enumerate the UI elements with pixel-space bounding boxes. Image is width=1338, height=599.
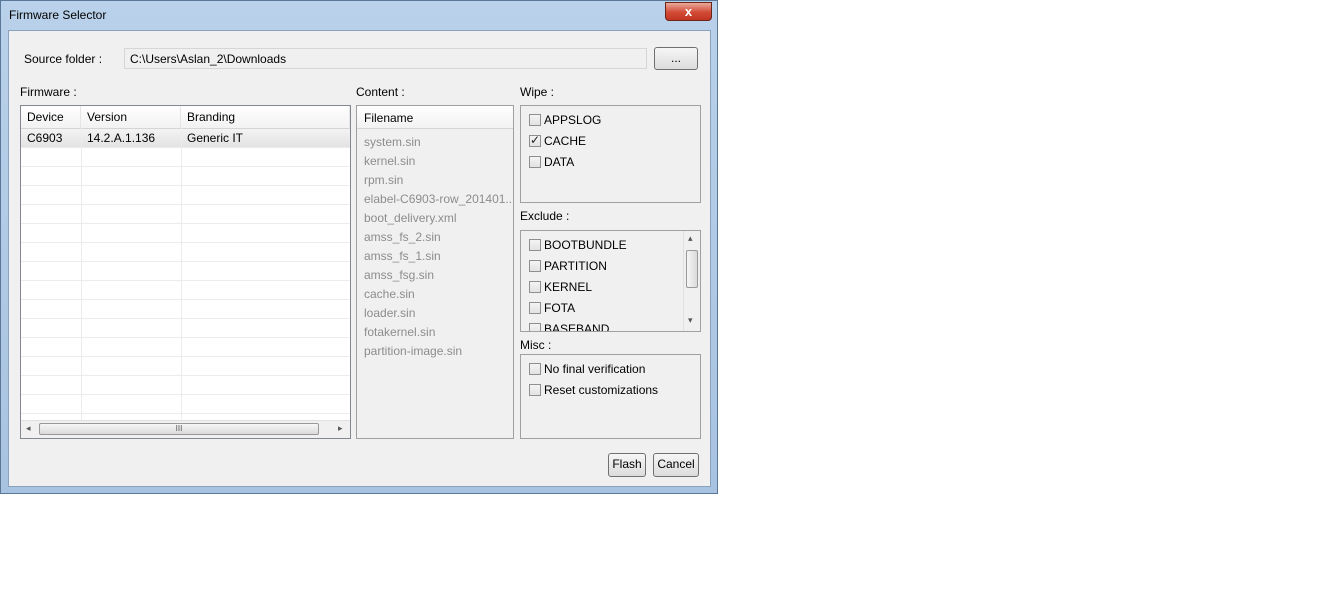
column-header-device[interactable]: Device <box>21 106 81 128</box>
option-label[interactable]: PARTITION <box>544 259 607 273</box>
option-label[interactable]: No final verification <box>544 362 645 376</box>
empty-row <box>21 205 350 224</box>
option-label[interactable]: BOOTBUNDLE <box>544 238 627 252</box>
misc-panel: No final verification Reset customizatio… <box>520 354 701 439</box>
list-item[interactable]: elabel-C6903-row_201401... <box>364 192 513 206</box>
scroll-grip: III <box>175 424 183 433</box>
checkbox-appslog[interactable] <box>529 114 541 126</box>
checkbox-baseband[interactable] <box>529 323 541 331</box>
vertical-scrollbar[interactable]: ▴ ▾ <box>683 231 700 331</box>
scroll-thumb[interactable] <box>686 250 698 288</box>
wipe-panel: APPSLOG CACHE DATA <box>520 105 701 203</box>
empty-row <box>21 224 350 243</box>
option-label[interactable]: CACHE <box>544 134 586 148</box>
wipe-label: Wipe : <box>520 85 555 99</box>
firmware-table-header: Device Version Branding <box>21 106 350 129</box>
empty-row <box>21 319 350 338</box>
empty-row <box>21 262 350 281</box>
list-item[interactable]: fotakernel.sin <box>364 325 435 339</box>
misc-label: Misc : <box>520 338 552 352</box>
column-divider <box>81 128 82 421</box>
scroll-up-icon[interactable]: ▴ <box>688 233 693 244</box>
list-item[interactable]: amss_fs_2.sin <box>364 230 441 244</box>
exclude-label: Exclude : <box>520 209 570 223</box>
column-header-version[interactable]: Version <box>81 106 181 128</box>
empty-row <box>21 338 350 357</box>
content-header: Filename <box>357 106 513 129</box>
checkbox-cache[interactable] <box>529 133 541 147</box>
option-label[interactable]: DATA <box>544 155 574 169</box>
checkbox-reset-customizations[interactable] <box>529 384 541 396</box>
checkbox-partition[interactable] <box>529 260 541 272</box>
column-header-branding[interactable]: Branding <box>181 106 350 128</box>
checkbox-kernel[interactable] <box>529 281 541 293</box>
checkbox-fota[interactable] <box>529 302 541 314</box>
list-item[interactable]: boot_delivery.xml <box>364 211 456 225</box>
checkbox-no-final-verification[interactable] <box>529 363 541 375</box>
window-title: Firmware Selector <box>9 8 107 22</box>
cancel-button[interactable]: Cancel <box>653 453 699 477</box>
checkbox-bootbundle[interactable] <box>529 239 541 251</box>
empty-row <box>21 148 350 167</box>
table-row[interactable]: C6903 14.2.A.1.136 Generic IT <box>21 129 350 148</box>
dialog-body: Source folder : C:\Users\Aslan_2\Downloa… <box>8 30 711 487</box>
exclude-panel[interactable]: BOOTBUNDLE PARTITION KERNEL FOTA BASEBAN… <box>520 230 701 332</box>
list-item[interactable]: cache.sin <box>364 287 415 301</box>
source-folder-field[interactable]: C:\Users\Aslan_2\Downloads <box>124 48 647 69</box>
list-item[interactable]: amss_fsg.sin <box>364 268 434 282</box>
empty-row <box>21 357 350 376</box>
scroll-thumb[interactable]: III <box>39 423 319 435</box>
option-label[interactable]: Reset customizations <box>544 383 658 397</box>
browse-button[interactable]: ... <box>654 47 698 70</box>
cell-version: 14.2.A.1.136 <box>87 131 156 145</box>
empty-row <box>21 186 350 205</box>
checkbox-data[interactable] <box>529 156 541 168</box>
list-item[interactable]: amss_fs_1.sin <box>364 249 441 263</box>
list-item[interactable]: rpm.sin <box>364 173 403 187</box>
list-item[interactable]: system.sin <box>364 135 421 149</box>
list-item[interactable]: partition-image.sin <box>364 344 462 358</box>
scroll-right-icon[interactable]: ▸ <box>338 423 343 434</box>
column-divider <box>181 128 182 421</box>
horizontal-scrollbar[interactable]: ◂ III ▸ <box>21 420 350 438</box>
option-label[interactable]: APPSLOG <box>544 113 601 127</box>
empty-row <box>21 376 350 395</box>
empty-row <box>21 300 350 319</box>
option-label[interactable]: BASEBAND <box>544 322 609 331</box>
firmware-selector-window: Firmware Selector x Source folder : C:\U… <box>0 0 718 494</box>
content-label: Content : <box>356 85 405 99</box>
close-icon: x <box>684 4 693 19</box>
scroll-down-icon[interactable]: ▾ <box>688 315 693 326</box>
option-label[interactable]: FOTA <box>544 301 575 315</box>
firmware-table[interactable]: Device Version Branding C6903 14.2.A.1.1… <box>20 105 351 439</box>
empty-row <box>21 281 350 300</box>
empty-row <box>21 167 350 186</box>
list-item[interactable]: loader.sin <box>364 306 415 320</box>
flash-button[interactable]: Flash <box>608 453 646 477</box>
cell-branding: Generic IT <box>187 131 244 145</box>
cell-device: C6903 <box>27 131 63 145</box>
empty-row <box>21 243 350 262</box>
source-folder-label: Source folder : <box>24 52 103 66</box>
list-item[interactable]: kernel.sin <box>364 154 415 168</box>
empty-row <box>21 395 350 414</box>
close-button[interactable]: x <box>665 2 712 21</box>
filename-column-header[interactable]: Filename <box>364 111 413 125</box>
title-bar[interactable]: Firmware Selector x <box>1 1 717 29</box>
option-label[interactable]: KERNEL <box>544 280 592 294</box>
scroll-left-icon[interactable]: ◂ <box>26 423 31 434</box>
content-list[interactable]: Filename system.sin kernel.sin rpm.sin e… <box>356 105 514 439</box>
firmware-label: Firmware : <box>20 85 77 99</box>
